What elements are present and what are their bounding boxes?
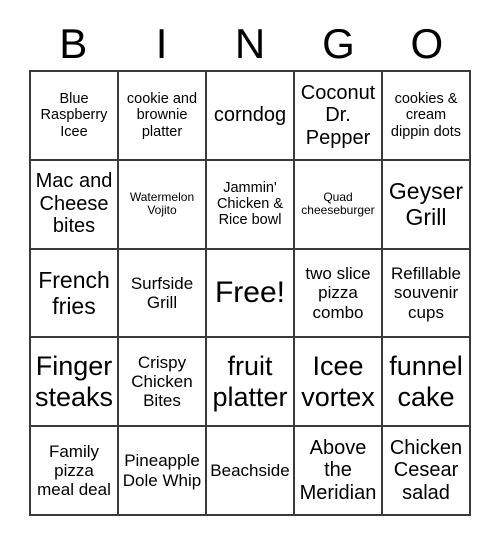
bingo-cell[interactable]: Quad cheeseburger	[295, 160, 383, 250]
bingo-cell-label: corndog	[213, 104, 287, 127]
bingo-cell[interactable]: Beachside	[207, 427, 295, 516]
bingo-cell[interactable]: cookies & cream dippin dots	[383, 72, 471, 161]
bingo-cell-label: Pineapple Dole Whip	[122, 451, 202, 490]
bingo-cell[interactable]: Blue Raspberry Icee	[31, 72, 119, 161]
bingo-cell[interactable]: Jammin' Chicken & Rice bowl	[207, 160, 295, 250]
bingo-grid: Blue Raspberry Icee cookie and brownie pl…	[29, 70, 471, 516]
bingo-cell[interactable]: corndog	[207, 72, 295, 161]
bingo-cell-label: Surfside Grill	[130, 273, 194, 312]
bingo-cell[interactable]: Geyser Grill	[383, 160, 471, 250]
bingo-cell[interactable]: Icee vortex	[295, 338, 383, 428]
header-letter-g: G	[322, 20, 355, 67]
bingo-cell[interactable]: two slice pizza combo	[295, 249, 383, 339]
bingo-cell-label: Finger steaks	[34, 351, 114, 412]
bingo-cell-label: cookie and brownie platter	[126, 90, 198, 140]
bingo-cell-label: Above the Meridian	[299, 436, 377, 504]
bingo-cell[interactable]: Surfside Grill	[119, 249, 207, 339]
bingo-cell-label: Mac and Cheese bites	[35, 170, 113, 238]
header-letter-n: N	[234, 20, 266, 67]
bingo-cell-label: Free!	[214, 276, 286, 310]
bingo-cell[interactable]: cookie and brownie platter	[119, 72, 207, 161]
bingo-cell[interactable]: Mac and Cheese bites	[31, 160, 119, 250]
bingo-cell-label: Beachside	[210, 460, 290, 480]
bingo-cell[interactable]: French fries	[31, 249, 119, 339]
header-letter-b: B	[59, 20, 88, 67]
bingo-cell-label: Blue Raspberry Icee	[40, 90, 108, 140]
bingo-cell[interactable]: Family pizza meal deal	[31, 427, 119, 516]
bingo-cell-label: Crispy Chicken Bites	[131, 352, 193, 411]
bingo-cell[interactable]: Coconut Dr. Pepper	[295, 72, 383, 161]
bingo-cell[interactable]: Above the Meridian	[295, 427, 383, 516]
bingo-cell[interactable]: fruit platter	[207, 338, 295, 428]
bingo-cell-label: Family pizza meal deal	[37, 441, 111, 500]
bingo-cell-label: Watermelon Vojito	[129, 189, 195, 218]
bingo-cell-label: cookies & cream dippin dots	[390, 90, 462, 140]
bingo-cell-label: fruit platter	[212, 351, 288, 412]
bingo-cell[interactable]: Crispy Chicken Bites	[119, 338, 207, 428]
bingo-cell[interactable]: Pineapple Dole Whip	[119, 427, 207, 516]
bingo-cell[interactable]: Finger steaks	[31, 338, 119, 428]
bingo-cell[interactable]: Watermelon Vojito	[119, 160, 207, 250]
header-letter-o: O	[410, 20, 444, 67]
bingo-cell-label: French fries	[38, 267, 110, 319]
header-letter-i: I	[155, 20, 168, 67]
bingo-free-space[interactable]: Free!	[207, 249, 295, 339]
bingo-cell[interactable]: Chicken Cesear salad	[383, 427, 471, 516]
bingo-cell-label: Chicken Cesear salad	[389, 436, 463, 504]
bingo-cell[interactable]: Refillable souvenir cups	[383, 249, 471, 339]
bingo-cell[interactable]: funnel cake	[383, 338, 471, 428]
bingo-cell-label: Jammin' Chicken & Rice bowl	[216, 179, 284, 229]
bingo-cell-label: funnel cake	[389, 351, 463, 412]
bingo-cell-label: Coconut Dr. Pepper	[300, 81, 376, 149]
bingo-cell-label: Geyser Grill	[388, 178, 464, 231]
bingo-header: B I N G O	[29, 18, 471, 70]
bingo-cell-label: Refillable souvenir cups	[391, 264, 461, 322]
bingo-cell-label: Icee vortex	[301, 351, 375, 412]
bingo-card: B I N G O Blue Raspberry Icee cookie and …	[0, 0, 500, 544]
bingo-cell-label: Quad cheeseburger	[301, 189, 375, 218]
bingo-cell-label: two slice pizza combo	[305, 264, 371, 322]
